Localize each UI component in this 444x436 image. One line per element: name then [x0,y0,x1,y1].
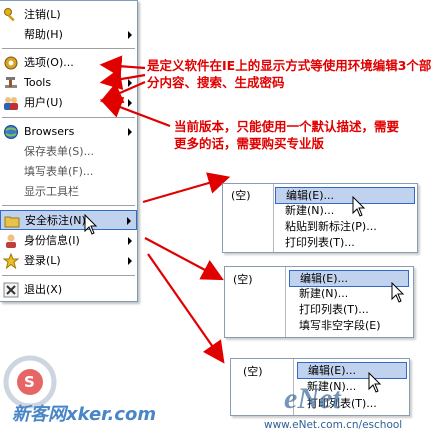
menu-item-browsers[interactable]: Browsers [0,122,137,142]
submenu-item-print-list[interactable]: 打印列表(T)... [289,302,409,319]
submenu-item-edit[interactable]: 编辑(E)... [297,362,407,379]
folder-icon [4,213,20,229]
menu-item-label: 显示工具栏 [24,185,79,198]
menu-item-label: 帮助(H) [24,28,63,41]
menu-item-help[interactable]: 帮助(H) [0,25,137,45]
users-icon [3,95,19,111]
context-menu: 注销(L) 帮助(H) 选项(O)... Tools 用户(U) Browser… [0,0,138,302]
submenu-item-fill-nonempty[interactable]: 填写非空字段(E) [289,318,409,335]
gear-icon [3,55,19,71]
menu-item-exit[interactable]: 退出(X) [0,280,137,300]
submenu-divider [285,267,286,337]
submenu-item-paste-new-note[interactable]: 粘贴到新标注(P)... [275,219,415,236]
menu-item-label: 注销(L) [24,8,61,21]
menu-item-label: 登录(L) [24,254,61,267]
menu-item-save-form[interactable]: 保存表单(S)... [0,142,137,162]
submenu-safe-notes-2: (空) 编辑(E)... 新建(N)... 打印列表(T)... 填写非空字段(… [224,266,414,338]
menu-item-safe-notes[interactable]: 安全标注(N) [0,210,137,230]
mouse-pointer-icon [84,214,98,235]
submenu-item-new[interactable]: 新建(N)... [275,203,415,220]
menu-item-label: Tools [24,76,52,89]
watermark-left-text: 新客网xker.com [12,404,157,425]
empty-label: (空) [243,365,263,378]
menu-item-label: 填写表单(F)... [24,165,94,178]
submenu-divider [273,184,274,252]
menu-item-label: 用户(U) [24,96,63,109]
menu-separator [2,48,135,49]
menu-item-label: 退出(X) [24,283,63,296]
menu-item-label: Browsers [24,125,75,138]
login-star-icon [2,252,20,270]
menu-item-show-toolbar[interactable]: 显示工具栏 [0,182,137,202]
menu-item-label: 选项(O)... [24,56,74,69]
empty-label: (空) [233,273,253,286]
menu-item-users[interactable]: 用户(U) [0,93,137,113]
menu-item-label: 安全标注(N) [25,214,86,227]
submenu-safe-notes-1: (空) 编辑(E)... 新建(N)... 粘贴到新标注(P)... 打印列表(… [222,183,418,253]
submenu-arrow-icon [128,31,132,39]
menu-separator [2,275,135,276]
mouse-pointer-icon [368,372,382,393]
mouse-pointer-icon [352,196,366,217]
submenu-arrow-icon [128,79,132,87]
watermark-logo-text: eNet [284,382,341,415]
svg-text:S: S [24,373,35,391]
menu-separator [2,205,135,206]
globe-icon [3,124,19,140]
tools-icon [3,75,19,91]
menu-item-label: 保存表单(S)... [24,145,95,158]
annotation-options-note: 是定义软件在IE上的显示方式等使用环境编辑3个部分内容、搜索、生成密码 [147,58,432,90]
menu-item-label: 身份信息(I) [24,234,80,247]
menu-item-login[interactable]: 登录(L) [0,251,137,271]
submenu-arrow-icon [128,128,132,136]
menu-item-fill-form[interactable]: 填写表单(F)... [0,162,137,182]
submenu-item-edit[interactable]: 编辑(E)... [275,187,415,204]
mouse-pointer-icon [391,282,405,303]
empty-label: (空) [231,189,251,202]
menu-item-logout[interactable]: 注销(L) [0,5,137,25]
annotation-version-note: 当前版本，只能使用一个默认描述，需要更多的话，需要购买专业版 [174,119,400,151]
menu-item-tools[interactable]: Tools [0,73,137,93]
submenu-arrow-icon [128,99,132,107]
menu-item-identity[interactable]: 身份信息(I) [0,231,137,251]
key-icon [3,7,19,23]
menu-separator [2,117,135,118]
identity-icon [3,233,19,249]
watermark-url: www.eNet.com.cn/eschool [264,419,403,431]
submenu-item-print-list[interactable]: 打印列表(T)... [275,235,415,252]
submenu-arrow-icon [127,217,131,225]
submenu-arrow-icon [128,237,132,245]
close-icon [3,282,19,298]
submenu-arrow-icon [128,257,132,265]
menu-item-options[interactable]: 选项(O)... [0,53,137,73]
